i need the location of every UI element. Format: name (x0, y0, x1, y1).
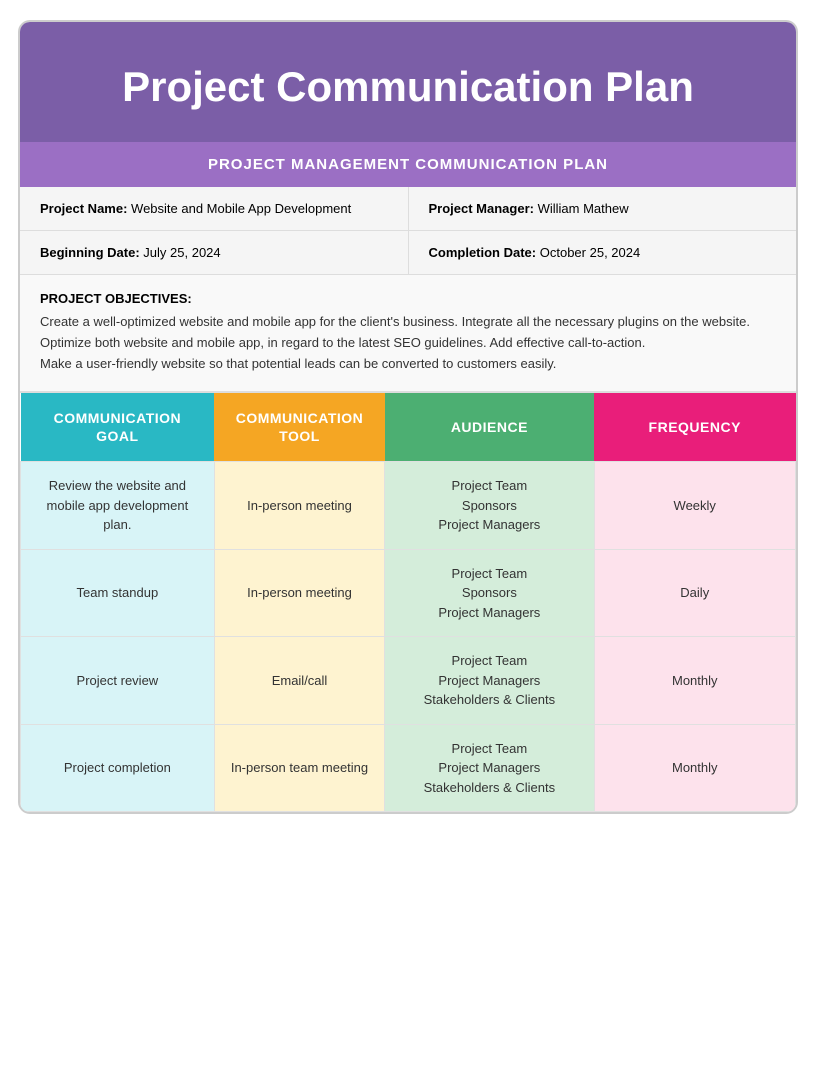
project-manager-label: Project Manager: (429, 201, 534, 216)
table-row: Project completionIn-person team meeting… (21, 724, 796, 812)
header-title: Project Communication Plan (50, 62, 766, 112)
row-1-tool: In-person meeting (214, 549, 385, 637)
row-0-audience: Project TeamSponsorsProject Managers (385, 462, 594, 550)
row-0-goal: Review the website and mobile app develo… (21, 462, 215, 550)
table-header-row: COMMUNICATION GOAL COMMUNICATION TOOL AU… (21, 393, 796, 462)
completion-date-label: Completion Date: (429, 245, 537, 260)
beginning-date-label: Beginning Date: (40, 245, 140, 260)
project-name-value: Website and Mobile App Development (131, 201, 351, 216)
row-1-frequency: Daily (594, 549, 796, 637)
beginning-date-cell: Beginning Date: July 25, 2024 (20, 231, 409, 274)
sub-header-text: PROJECT MANAGEMENT COMMUNICATION PLAN (208, 156, 608, 173)
page-container: Project Communication Plan PROJECT MANAG… (18, 20, 798, 814)
header: Project Communication Plan (20, 22, 796, 142)
completion-date-cell: Completion Date: October 25, 2024 (409, 231, 797, 274)
row-2-frequency: Monthly (594, 637, 796, 725)
row-2-audience: Project TeamProject ManagersStakeholders… (385, 637, 594, 725)
row-3-frequency: Monthly (594, 724, 796, 812)
project-manager-value: William Mathew (538, 201, 629, 216)
objectives-text: Create a well-optimized website and mobi… (40, 312, 776, 374)
project-name-label: Project Name: (40, 201, 127, 216)
objectives-title: PROJECT OBJECTIVES: (40, 291, 776, 306)
project-name-cell: Project Name: Website and Mobile App Dev… (20, 187, 409, 230)
table-row: Review the website and mobile app develo… (21, 462, 796, 550)
row-3-tool: In-person team meeting (214, 724, 385, 812)
row-0-frequency: Weekly (594, 462, 796, 550)
project-manager-cell: Project Manager: William Mathew (409, 187, 797, 230)
th-tool: COMMUNICATION TOOL (214, 393, 385, 462)
info-row-1: Project Name: Website and Mobile App Dev… (20, 187, 796, 231)
info-row-2: Beginning Date: July 25, 2024 Completion… (20, 231, 796, 275)
completion-date-value: October 25, 2024 (540, 245, 640, 260)
sub-header: PROJECT MANAGEMENT COMMUNICATION PLAN (20, 142, 796, 187)
table-row: Project reviewEmail/callProject TeamProj… (21, 637, 796, 725)
objectives-section: PROJECT OBJECTIVES: Create a well-optimi… (20, 275, 796, 392)
row-3-audience: Project TeamProject ManagersStakeholders… (385, 724, 594, 812)
table-row: Team standupIn-person meetingProject Tea… (21, 549, 796, 637)
th-goal: COMMUNICATION GOAL (21, 393, 215, 462)
row-1-goal: Team standup (21, 549, 215, 637)
row-0-tool: In-person meeting (214, 462, 385, 550)
beginning-date-value: July 25, 2024 (143, 245, 220, 260)
row-1-audience: Project TeamSponsorsProject Managers (385, 549, 594, 637)
info-section: Project Name: Website and Mobile App Dev… (20, 187, 796, 275)
th-frequency: FREQUENCY (594, 393, 796, 462)
row-3-goal: Project completion (21, 724, 215, 812)
row-2-tool: Email/call (214, 637, 385, 725)
row-2-goal: Project review (21, 637, 215, 725)
th-audience: AUDIENCE (385, 393, 594, 462)
communication-table: COMMUNICATION GOAL COMMUNICATION TOOL AU… (20, 393, 796, 812)
